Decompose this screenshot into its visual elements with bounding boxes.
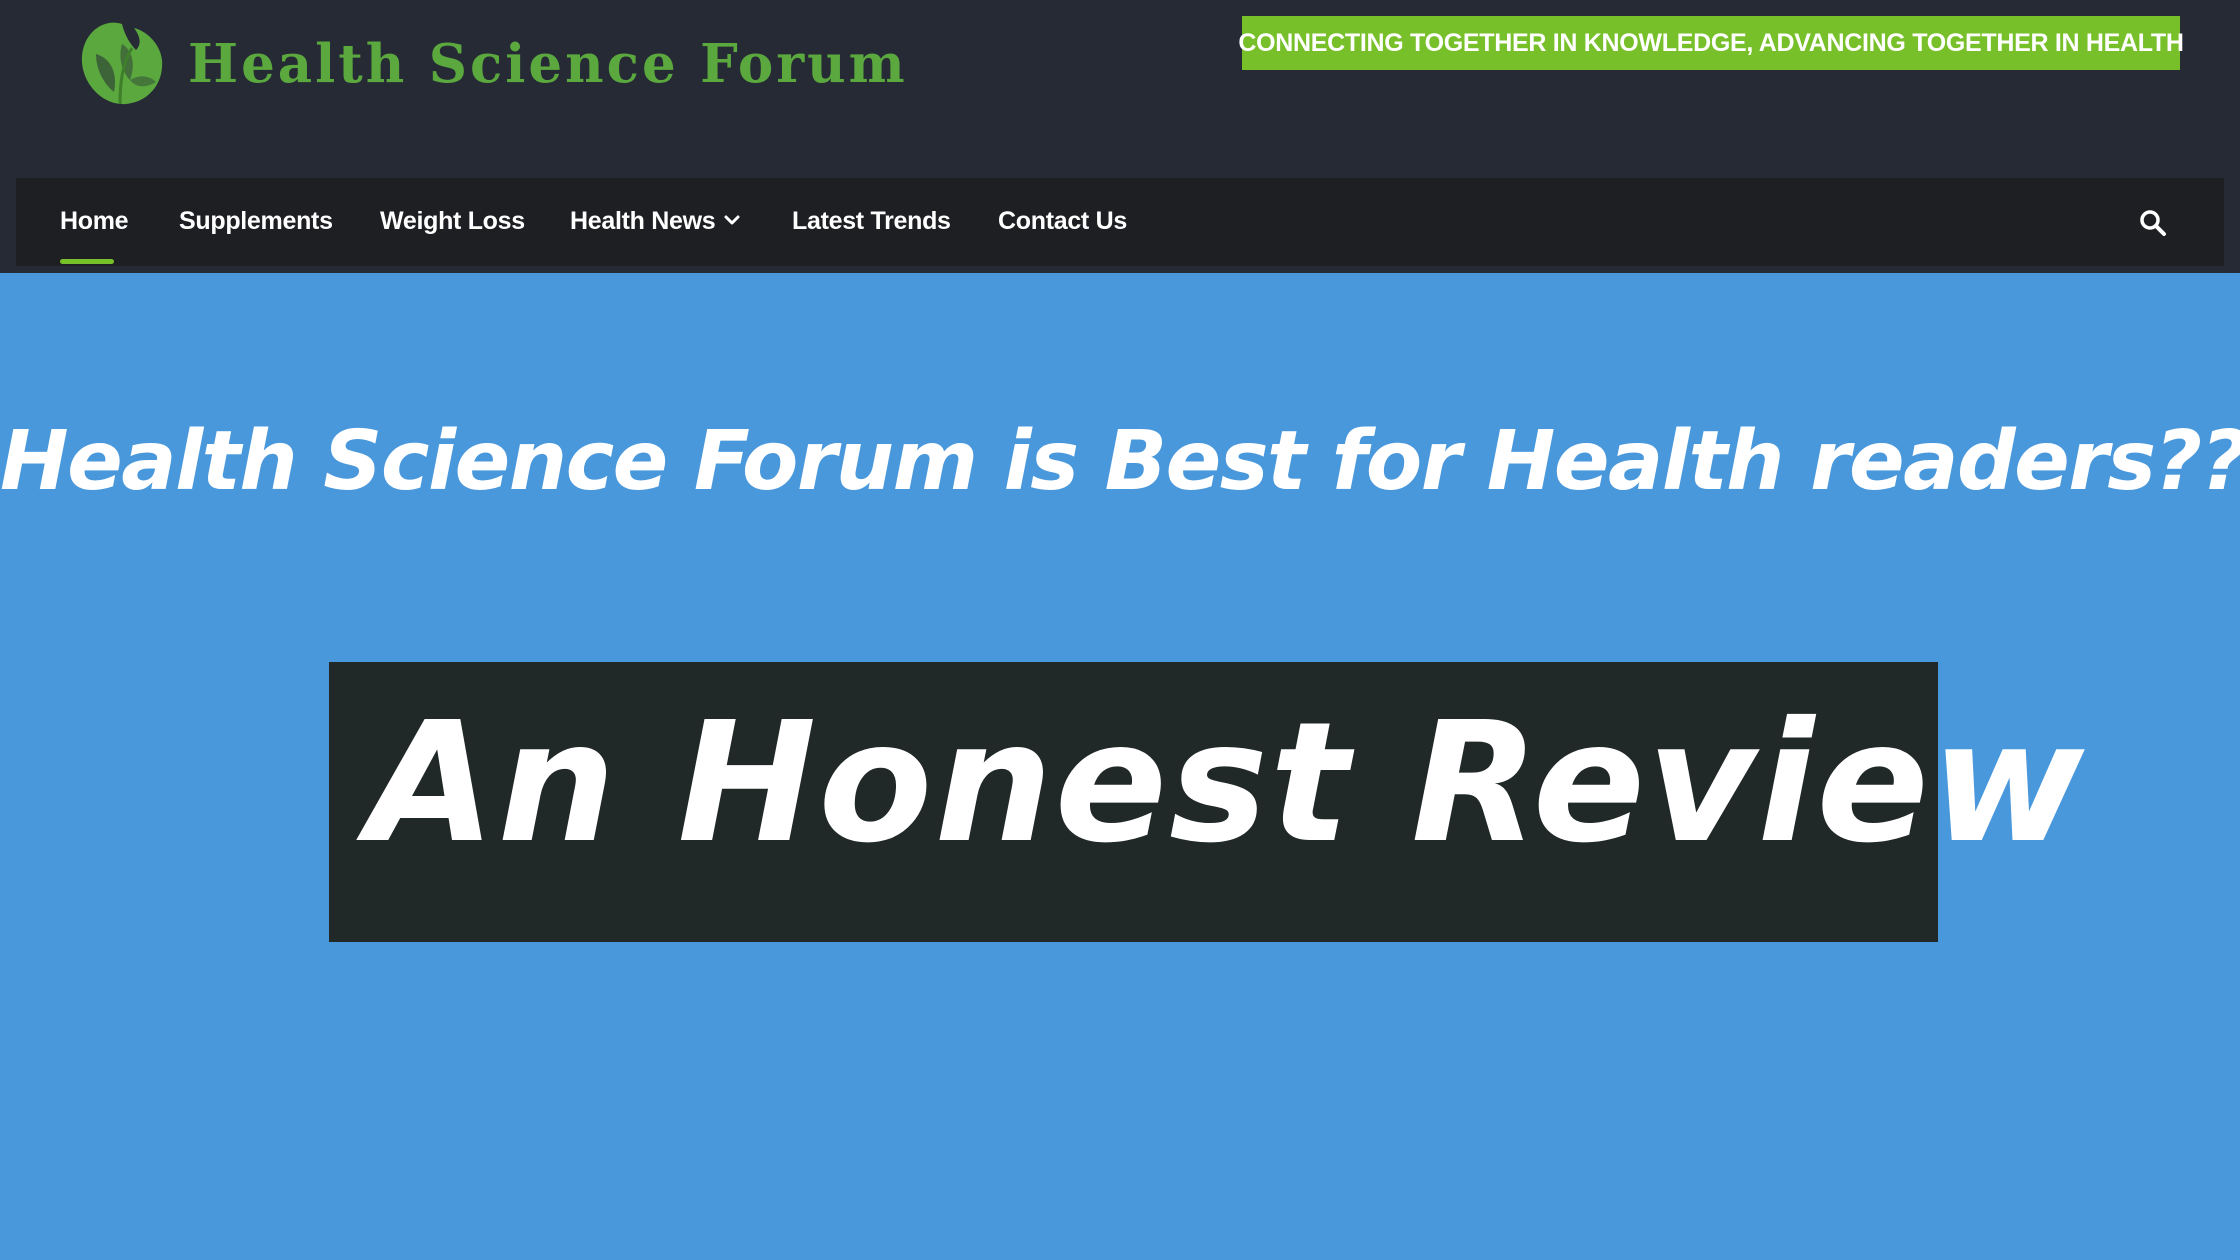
tagline-banner: CONNECTING TOGETHER IN KNOWLEDGE, ADVANC… (1238, 16, 2184, 70)
search-icon[interactable] (2138, 208, 2168, 238)
review-banner: An Honest Review (329, 662, 2084, 942)
chevron-down-icon (724, 215, 740, 225)
nav-item-label: Contact Us (998, 207, 1127, 235)
nav-item-latest-trends[interactable]: Latest Trends (792, 178, 951, 266)
nav-item-contact-us[interactable]: Contact Us (998, 178, 1127, 266)
active-nav-indicator (60, 259, 114, 264)
hero-headline: Health Science Forum is Best for Health … (0, 414, 2240, 509)
nav-item-label: Supplements (179, 207, 333, 235)
nav-item-supplements[interactable]: Supplements (179, 178, 333, 266)
nav-item-weight-loss[interactable]: Weight Loss (380, 178, 525, 266)
nav-item-home[interactable]: Home (60, 178, 129, 266)
main-navbar: Home Supplements Weight Loss Health News… (16, 178, 2224, 266)
site-logo[interactable]: Health Science Forum (74, 14, 908, 114)
logo-text: Health Science Forum (188, 33, 908, 95)
nav-item-label: Home (60, 207, 129, 235)
nav-item-label: Health News (570, 207, 716, 235)
site-header: Health Science Forum CONNECTING TOGETHER… (0, 0, 2240, 273)
nav-item-label: Weight Loss (380, 207, 525, 235)
nav-item-label: Latest Trends (792, 207, 951, 235)
nav-item-health-news[interactable]: Health News (570, 178, 741, 266)
review-label: An Honest Review (367, 687, 2087, 880)
leaf-logo-icon (81, 22, 163, 105)
